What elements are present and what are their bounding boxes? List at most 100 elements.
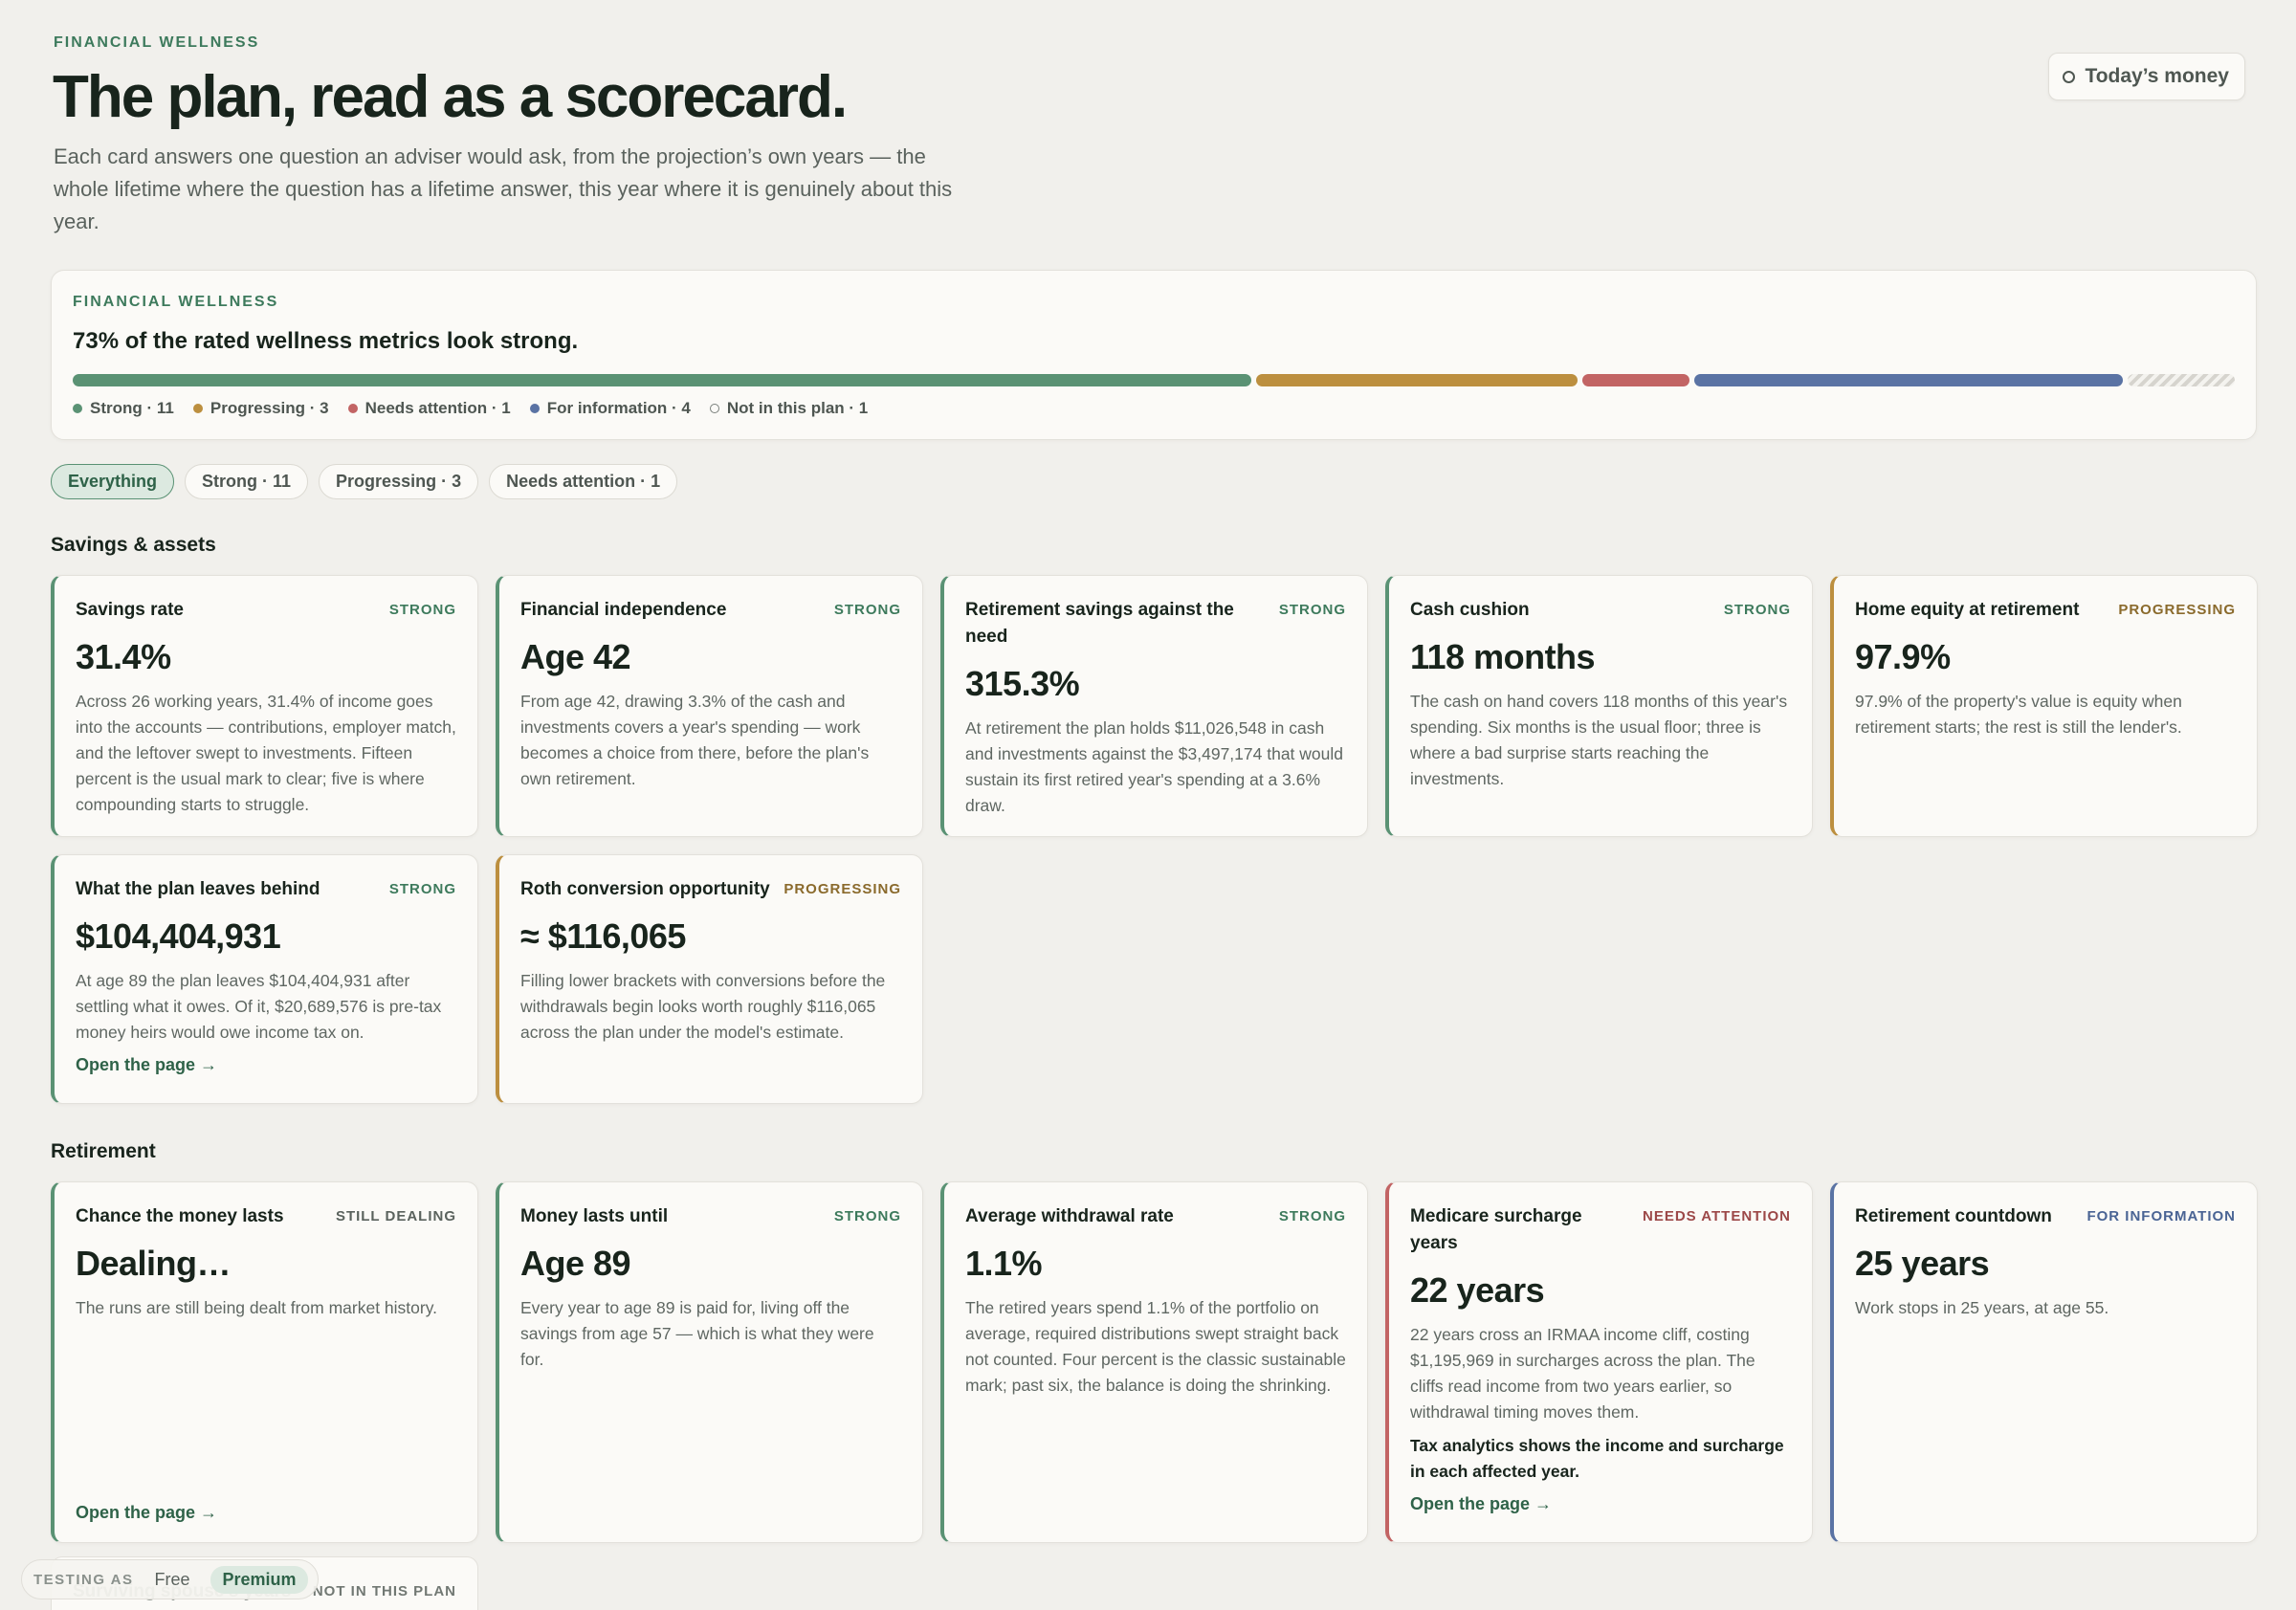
status-badge: STRONG <box>388 881 456 897</box>
card-savings-rate[interactable]: Savings rate STRONG 31.4% Across 26 worki… <box>51 575 478 837</box>
dot-icon <box>529 404 540 413</box>
status-badge: FOR INFORMATION <box>2086 1208 2236 1224</box>
card-description: The cash on hand covers 118 months of th… <box>1410 692 1788 788</box>
filter-chips: Everything Strong · 11 Progressing · 3 N… <box>51 464 2245 499</box>
card-title: Savings rate <box>76 600 184 620</box>
status-badge: STRONG <box>1278 602 1346 618</box>
page: FINANCIAL WELLNESS The plan, read as a s… <box>0 0 2296 1610</box>
legend-strong-label: Strong · 11 <box>90 399 174 417</box>
open-page-link[interactable]: Open the page → <box>76 1503 217 1523</box>
wellness-summary: FINANCIAL WELLNESS 73% of the rated well… <box>51 270 2257 440</box>
testing-as-label: TESTING AS <box>33 1571 134 1588</box>
card-financial-independence[interactable]: Financial independence STRONG Age 42 From… <box>496 575 923 837</box>
card-description: From age 42, drawing 3.3% of the cash an… <box>520 692 870 788</box>
savings-row-1: Savings rate STRONG 31.4% Across 26 worki… <box>51 575 2258 837</box>
retirement-row: Chance the money lasts STILL DEALING Deal… <box>51 1181 2258 1543</box>
circle-icon <box>2063 70 2076 83</box>
bar-segment-not-in-plan <box>2128 374 2235 386</box>
filter-progressing[interactable]: Progressing · 3 <box>319 464 479 499</box>
card-description: The retired years spend 1.1% of the port… <box>965 1298 1346 1395</box>
card-title: What the plan leaves behind <box>76 879 320 899</box>
card-roth-conversion[interactable]: Roth conversion opportunity PROGRESSING ≈… <box>496 854 923 1104</box>
card-metric: Age 89 <box>520 1244 631 1283</box>
card-description: Work stops in 25 years, at age 55. <box>1855 1298 2109 1317</box>
page-title: The plan, read as a scorecard. <box>53 64 848 130</box>
dot-icon <box>192 404 203 413</box>
legend-na-label: Not in this plan · 1 <box>726 399 869 417</box>
card-metric: 97.9% <box>1855 637 1951 676</box>
header: FINANCIAL WELLNESS The plan, read as a s… <box>51 0 2245 238</box>
card-title: Roth conversion opportunity <box>520 879 770 899</box>
card-metric: Dealing… <box>76 1244 232 1283</box>
card-money-lasts-until[interactable]: Money lasts until STRONG Age 89 Every yea… <box>496 1181 923 1543</box>
wellness-legend: Strong · 11 Progressing · 3 Needs attent… <box>73 399 2235 418</box>
plan-option-premium[interactable]: Premium <box>210 1565 308 1594</box>
legend-progressing-label: Progressing · 3 <box>210 399 329 417</box>
status-badge: STRONG <box>833 602 901 618</box>
card-legacy[interactable]: What the plan leaves behind STRONG $104,4… <box>51 854 478 1104</box>
wellness-bar <box>73 374 2235 386</box>
filter-everything[interactable]: Everything <box>51 464 175 499</box>
status-badge: STRONG <box>1723 602 1791 618</box>
card-title: Home equity at retirement <box>1855 600 2080 620</box>
filter-needs-attention[interactable]: Needs attention · 1 <box>489 464 678 499</box>
legend-strong: Strong · 11 <box>73 399 174 418</box>
status-badge: STRONG <box>833 1208 901 1224</box>
status-badge: PROGRESSING <box>2118 602 2236 618</box>
dot-icon <box>347 404 358 413</box>
card-note: Tax analytics shows the income and surch… <box>1410 1436 1784 1481</box>
todays-money-button[interactable]: Today’s money <box>2048 53 2245 100</box>
card-metric: Age 42 <box>520 637 631 676</box>
bar-segment-strong <box>73 374 1251 386</box>
legend-progressing: Progressing · 3 <box>192 399 329 418</box>
card-metric: 1.1% <box>965 1244 1043 1283</box>
bar-segment-needs-attention <box>1582 374 1689 386</box>
card-description: Every year to age 89 is paid for, living… <box>520 1298 874 1369</box>
legend-needs-attention: Needs attention · 1 <box>347 399 511 418</box>
card-home-equity[interactable]: Home equity at retirement PROGRESSING 97.… <box>1830 575 2258 837</box>
card-metric: 315.3% <box>965 664 1080 703</box>
header-eyebrow: FINANCIAL WELLNESS <box>54 34 260 51</box>
legend-not-in-plan: Not in this plan · 1 <box>709 399 869 418</box>
legend-for-information: For information · 4 <box>529 399 691 418</box>
card-title: Cash cushion <box>1410 600 1530 620</box>
card-description: Across 26 working years, 31.4% of income… <box>76 692 456 814</box>
card-retirement-countdown[interactable]: Retirement countdown FOR INFORMATION 25 y… <box>1830 1181 2258 1543</box>
card-title: Retirement countdown <box>1855 1206 2052 1226</box>
card-chance-money-lasts[interactable]: Chance the money lasts STILL DEALING Deal… <box>51 1181 478 1543</box>
card-retirement-savings[interactable]: Retirement savings against the need STRON… <box>940 575 1368 837</box>
dot-icon <box>73 404 82 413</box>
status-badge: PROGRESSING <box>784 881 901 897</box>
legend-needs-label: Needs attention · 1 <box>364 399 511 417</box>
page-lede: Each card answers one question an advise… <box>54 144 953 233</box>
todays-money-label: Today’s money <box>2085 65 2229 87</box>
card-metric: ≈ $116,065 <box>520 916 686 956</box>
card-medicare-surcharge[interactable]: Medicare surcharge years NEEDS ATTENTION … <box>1385 1181 1813 1543</box>
open-page-link[interactable]: Open the page → <box>76 1055 217 1075</box>
plan-option-free[interactable]: Free <box>143 1566 201 1594</box>
open-page-link[interactable]: Open the page → <box>1410 1494 1552 1514</box>
status-badge: STRONG <box>1278 1208 1346 1224</box>
card-description: At age 89 the plan leaves $104,404,931 a… <box>76 971 442 1042</box>
filter-strong[interactable]: Strong · 11 <box>185 464 309 499</box>
card-title: Medicare surcharge years <box>1410 1206 1582 1253</box>
card-metric: $104,404,931 <box>76 916 281 956</box>
card-cash-cushion[interactable]: Cash cushion STRONG 118 months The cash o… <box>1385 575 1813 837</box>
summary-eyebrow: FINANCIAL WELLNESS <box>73 294 279 310</box>
card-description: Filling lower brackets with conversions … <box>520 971 886 1042</box>
summary-headline: 73% of the rated wellness metrics look s… <box>73 328 579 354</box>
testing-as-switcher: TESTING AS Free Premium <box>21 1559 319 1599</box>
bar-segment-for-information <box>1694 374 2123 386</box>
card-withdrawal-rate[interactable]: Average withdrawal rate STRONG 1.1% The r… <box>940 1181 1368 1543</box>
card-metric: 31.4% <box>76 637 171 676</box>
section-title-savings: Savings & assets <box>51 534 216 556</box>
card-metric: 25 years <box>1855 1244 1990 1283</box>
card-title: Financial independence <box>520 600 727 620</box>
card-description: 22 years cross an IRMAA income cliff, co… <box>1410 1325 1755 1422</box>
card-metric: 118 months <box>1410 637 1596 676</box>
section-title-retirement: Retirement <box>51 1140 156 1162</box>
card-description: At retirement the plan holds $11,026,548… <box>965 718 1343 815</box>
status-badge: STILL DEALING <box>335 1208 456 1224</box>
ring-icon <box>709 404 719 413</box>
card-title: Chance the money lasts <box>76 1206 284 1226</box>
